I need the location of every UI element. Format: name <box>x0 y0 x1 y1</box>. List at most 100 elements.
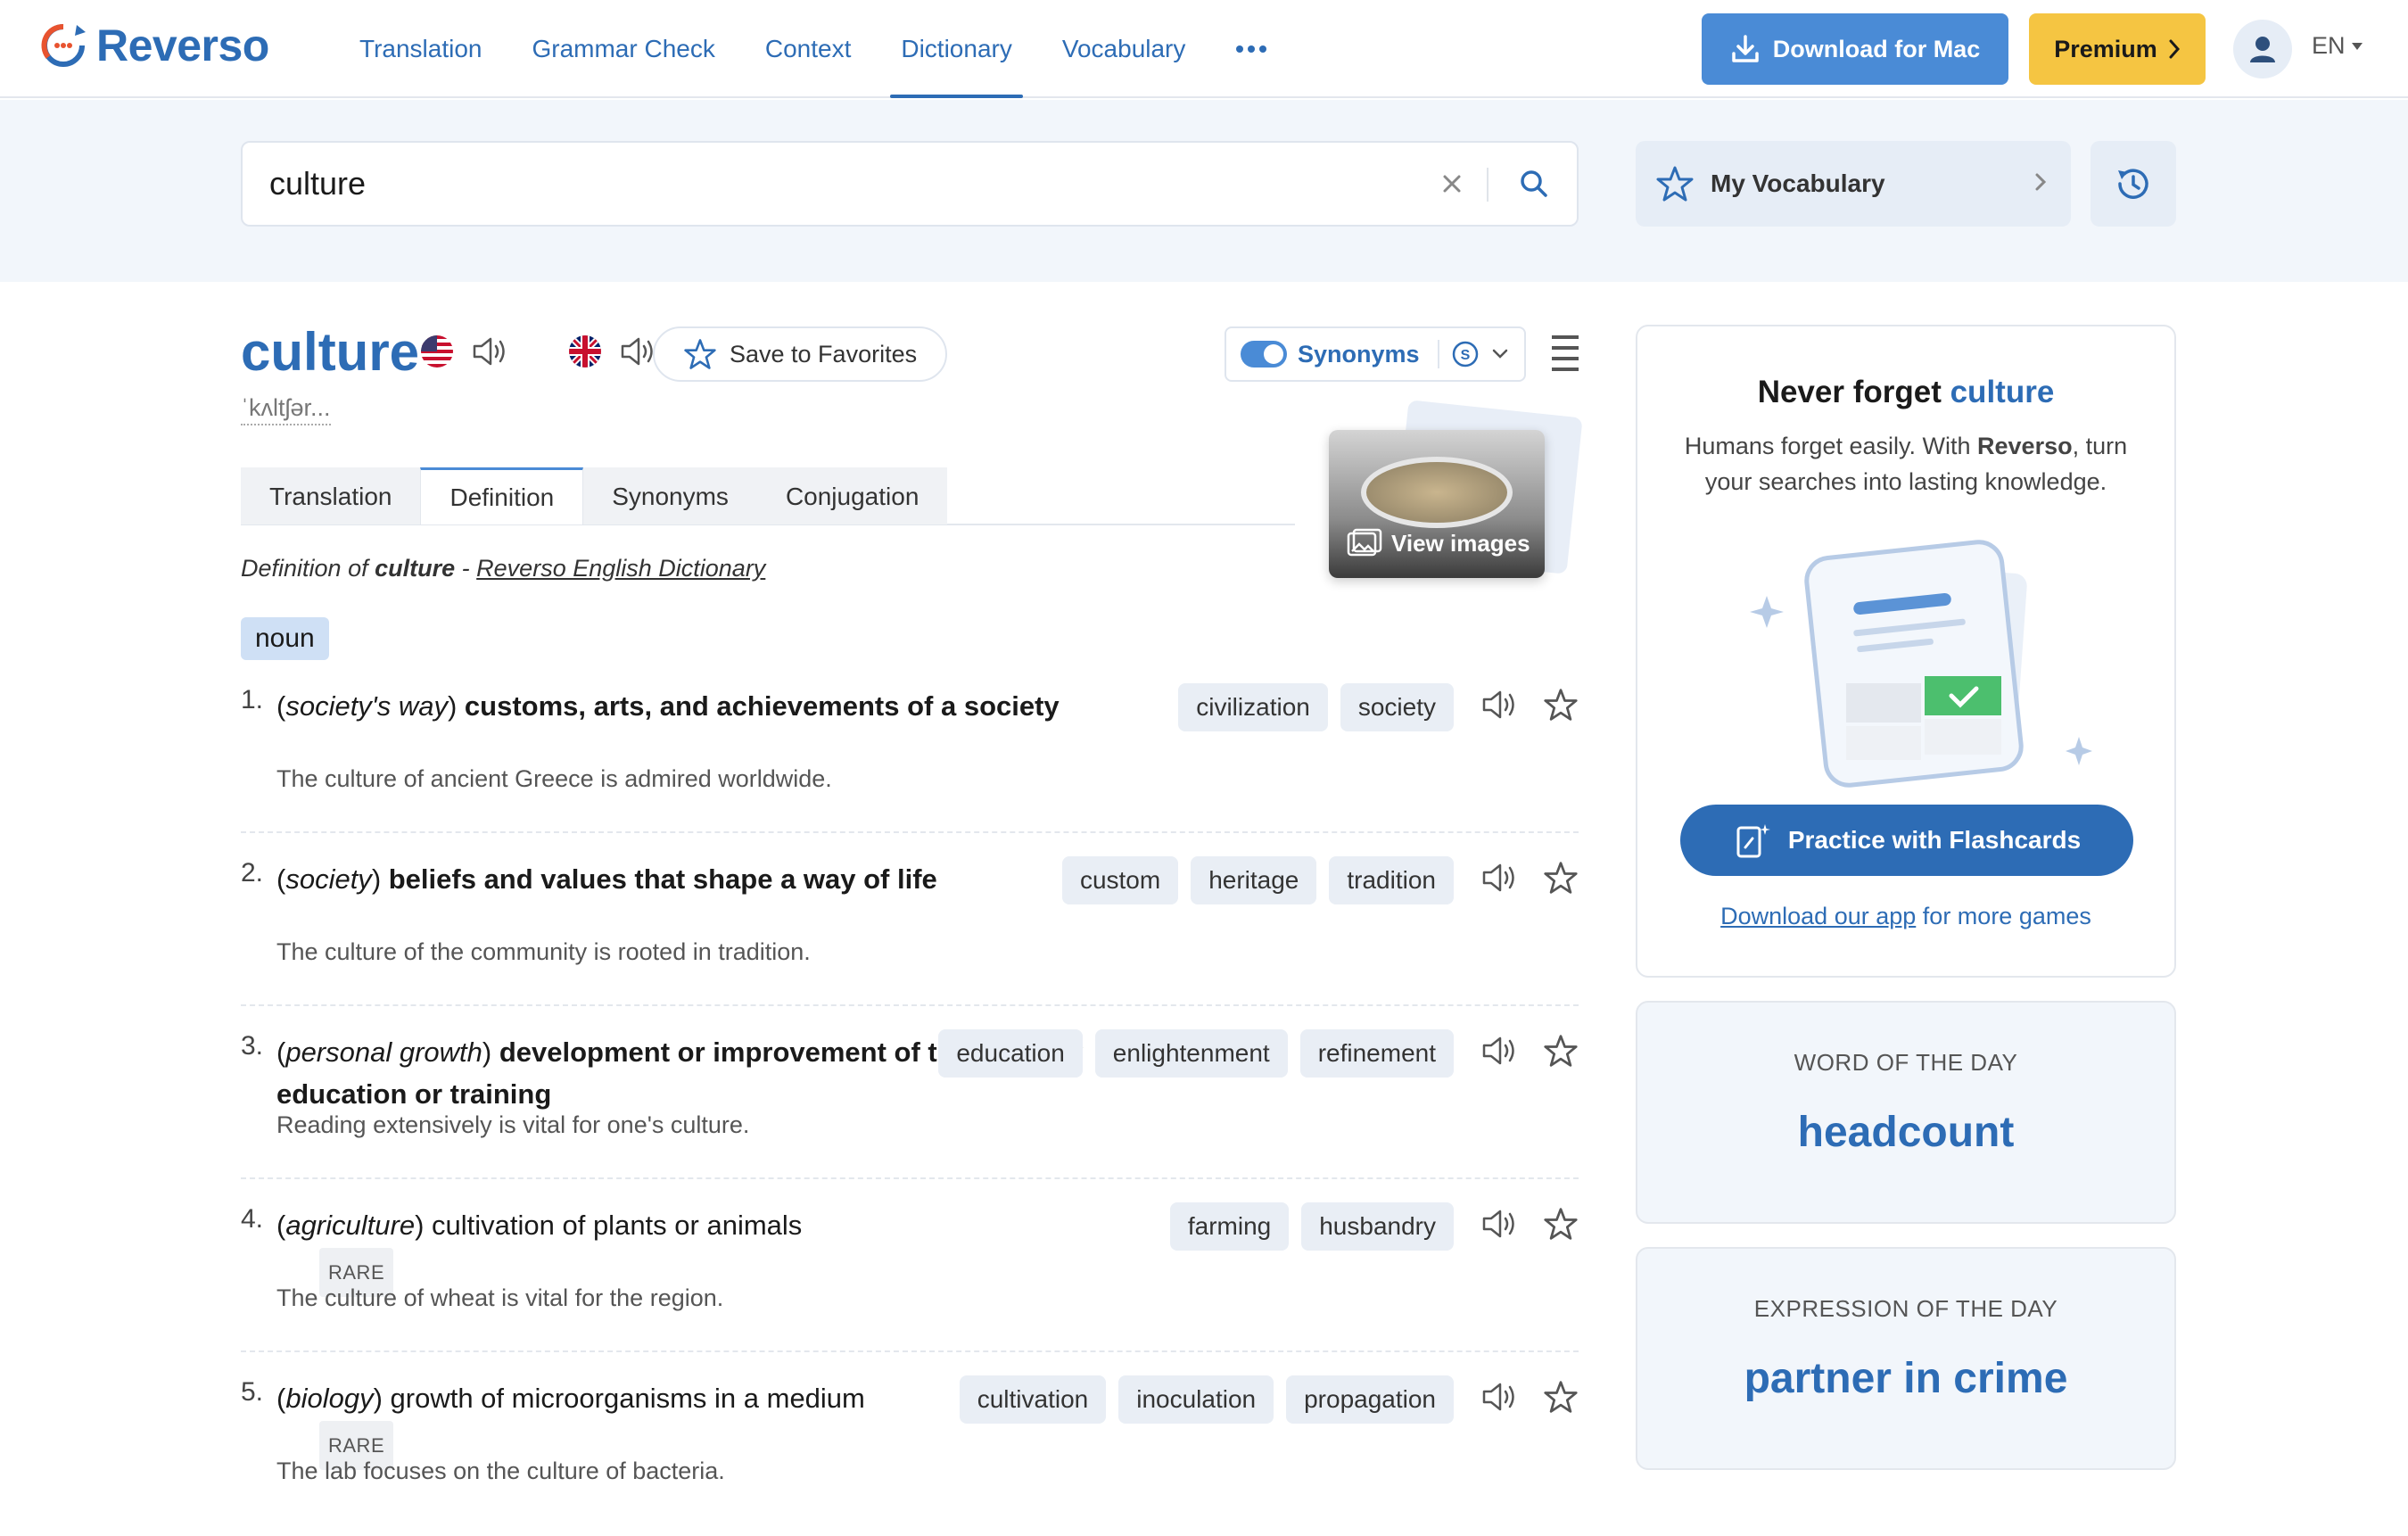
sense-example: The culture of the community is rooted i… <box>276 938 811 965</box>
view-images-button[interactable]: View images <box>1329 430 1545 578</box>
sense-actions <box>1480 687 1579 727</box>
sense-definition: (agriculture) cultivation of plants or a… <box>276 1204 1150 1297</box>
expression-of-the-day-label: EXPRESSION OF THE DAY <box>1753 1295 2058 1322</box>
source-separator: - <box>461 555 470 582</box>
sense-domain: society's way <box>285 690 448 722</box>
search-icon <box>1521 170 1547 197</box>
clear-search-button[interactable] <box>1436 168 1468 204</box>
my-vocabulary-label: My Vocabulary <box>1711 169 1885 197</box>
my-vocabulary-button[interactable]: My Vocabulary <box>1636 141 2071 227</box>
sense-speaker-button[interactable] <box>1480 1206 1520 1246</box>
sense-speaker-button[interactable] <box>1480 1033 1520 1073</box>
sense-definition: (society) beliefs and values that shape … <box>276 863 937 895</box>
synonym-chip[interactable]: enlightenment <box>1094 1029 1288 1078</box>
speaker-icon <box>1482 1383 1514 1411</box>
synonym-chip[interactable]: propagation <box>1286 1375 1454 1424</box>
search-history-button[interactable] <box>2091 141 2176 227</box>
nav-translation[interactable]: Translation <box>334 0 507 98</box>
search-box <box>241 141 1579 227</box>
synonym-chip[interactable]: farming <box>1169 1202 1290 1251</box>
sense-speaker-button[interactable] <box>1480 1379 1520 1419</box>
sense-number: 4. <box>241 1204 264 1234</box>
download-for-mac-button[interactable]: Download for Mac <box>1702 13 2008 85</box>
speaker-icon <box>1482 1036 1514 1065</box>
download-icon <box>1731 35 1759 62</box>
save-to-favorites-button[interactable]: Save to Favorites <box>653 326 948 382</box>
synonym-chip[interactable]: education <box>938 1029 1083 1078</box>
nav-more-button[interactable] <box>1210 0 1292 98</box>
reverso-dictionary-link[interactable]: Reverso English Dictionary <box>476 555 765 582</box>
synonym-chip[interactable]: cultivation <box>959 1375 1107 1424</box>
promo-download-line: Download our app for more games <box>1637 903 2174 930</box>
synonym-chip[interactable]: society <box>1340 683 1454 731</box>
tab-conjugation[interactable]: Conjugation <box>756 467 948 524</box>
sense-example: The culture of ancient Greece is admired… <box>276 765 832 792</box>
language-selector[interactable]: EN <box>2312 32 2363 60</box>
sense-speaker-button[interactable] <box>1480 860 1520 900</box>
sense-domain: biology <box>285 1383 374 1414</box>
search-input[interactable] <box>269 143 1429 225</box>
sense-favorite-button[interactable] <box>1543 1033 1579 1073</box>
synonym-chip[interactable]: refinement <box>1299 1029 1454 1078</box>
sense-number: 1. <box>241 685 264 714</box>
sense-speaker-button[interactable] <box>1480 687 1520 727</box>
promo-title-word: culture <box>1950 375 2055 409</box>
sense-domain: personal growth <box>285 1036 482 1068</box>
nav-dictionary[interactable]: Dictionary <box>876 0 1036 98</box>
speaker-us-button[interactable] <box>471 334 510 369</box>
promo-subtitle: Humans forget easily. With Reverso, turn… <box>1673 428 2139 500</box>
sense-definition-text: cultivation of plants or animals <box>432 1210 803 1241</box>
synonym-chip[interactable]: tradition <box>1329 856 1454 904</box>
reverso-logo[interactable]: Reverso <box>39 20 269 71</box>
synonyms-toggle[interactable]: Synonyms S <box>1225 326 1526 382</box>
phonetic-transcription[interactable]: ˈkʌltʃər... <box>241 394 331 425</box>
source-word: culture <box>375 555 456 582</box>
sense-number: 5. <box>241 1377 264 1407</box>
view-images-label: View images <box>1391 529 1530 557</box>
history-icon <box>2118 169 2148 199</box>
synonym-chip[interactable]: inoculation <box>1118 1375 1274 1424</box>
sense-example: The lab focuses on the culture of bacter… <box>276 1458 725 1484</box>
nav-context[interactable]: Context <box>740 0 877 98</box>
premium-button[interactable]: Premium <box>2029 13 2206 85</box>
tab-synonyms[interactable]: Synonyms <box>583 467 757 524</box>
synonym-chips: civilization society <box>1178 683 1454 731</box>
sense-favorite-button[interactable] <box>1543 1379 1579 1419</box>
synonym-chip[interactable]: civilization <box>1178 683 1328 731</box>
tab-translation[interactable]: Translation <box>241 467 421 524</box>
sense-favorite-button[interactable] <box>1543 860 1579 900</box>
word-of-the-day-card[interactable]: WORD OF THE DAY headcount <box>1636 1001 2176 1224</box>
chevron-right-icon <box>2169 39 2180 59</box>
search-button[interactable] <box>1516 166 1552 206</box>
synonym-chip[interactable]: heritage <box>1191 856 1317 904</box>
account-avatar-button[interactable] <box>2233 20 2292 78</box>
practice-with-flashcards-label: Practice with Flashcards <box>1787 826 2082 854</box>
download-app-link[interactable]: Download our app <box>1720 903 1916 929</box>
synonyms-toggle-label: Synonyms <box>1298 340 1420 367</box>
save-to-favorites-label: Save to Favorites <box>730 340 918 367</box>
toggle-switch[interactable] <box>1241 341 1287 367</box>
star-icon <box>1544 1381 1578 1413</box>
sense-favorite-button[interactable] <box>1543 687 1579 727</box>
sense-actions <box>1480 1206 1579 1246</box>
sense-favorite-button[interactable] <box>1543 1206 1579 1246</box>
word-of-the-day-word[interactable]: headcount <box>1637 1108 2174 1157</box>
chevron-down-icon <box>1492 349 1507 359</box>
tab-definition[interactable]: Definition <box>420 467 584 524</box>
promo-sub-brand: Reverso <box>1977 433 2073 459</box>
list-view-button[interactable] <box>1552 334 1579 377</box>
phone-illustration <box>1750 540 2092 788</box>
sense-number: 3. <box>241 1031 264 1061</box>
nav-grammar-check[interactable]: Grammar Check <box>507 0 739 98</box>
expression-of-the-day-word[interactable]: partner in crime <box>1637 1354 2174 1403</box>
expression-of-the-day-card[interactable]: EXPRESSION OF THE DAY partner in crime <box>1636 1247 2176 1470</box>
star-icon <box>1544 862 1578 894</box>
synonym-chip[interactable]: husbandry <box>1301 1202 1454 1251</box>
sense-divider <box>241 1177 1579 1179</box>
chevron-right-icon <box>2035 173 2047 191</box>
synonym-chip[interactable]: custom <box>1061 856 1179 904</box>
nav-vocabulary[interactable]: Vocabulary <box>1037 0 1211 98</box>
search-separator <box>1487 168 1489 202</box>
flashcards-promo-card: Never forget culture Humans forget easil… <box>1636 325 2176 978</box>
practice-with-flashcards-button[interactable]: Practice with Flashcards <box>1680 805 2133 876</box>
